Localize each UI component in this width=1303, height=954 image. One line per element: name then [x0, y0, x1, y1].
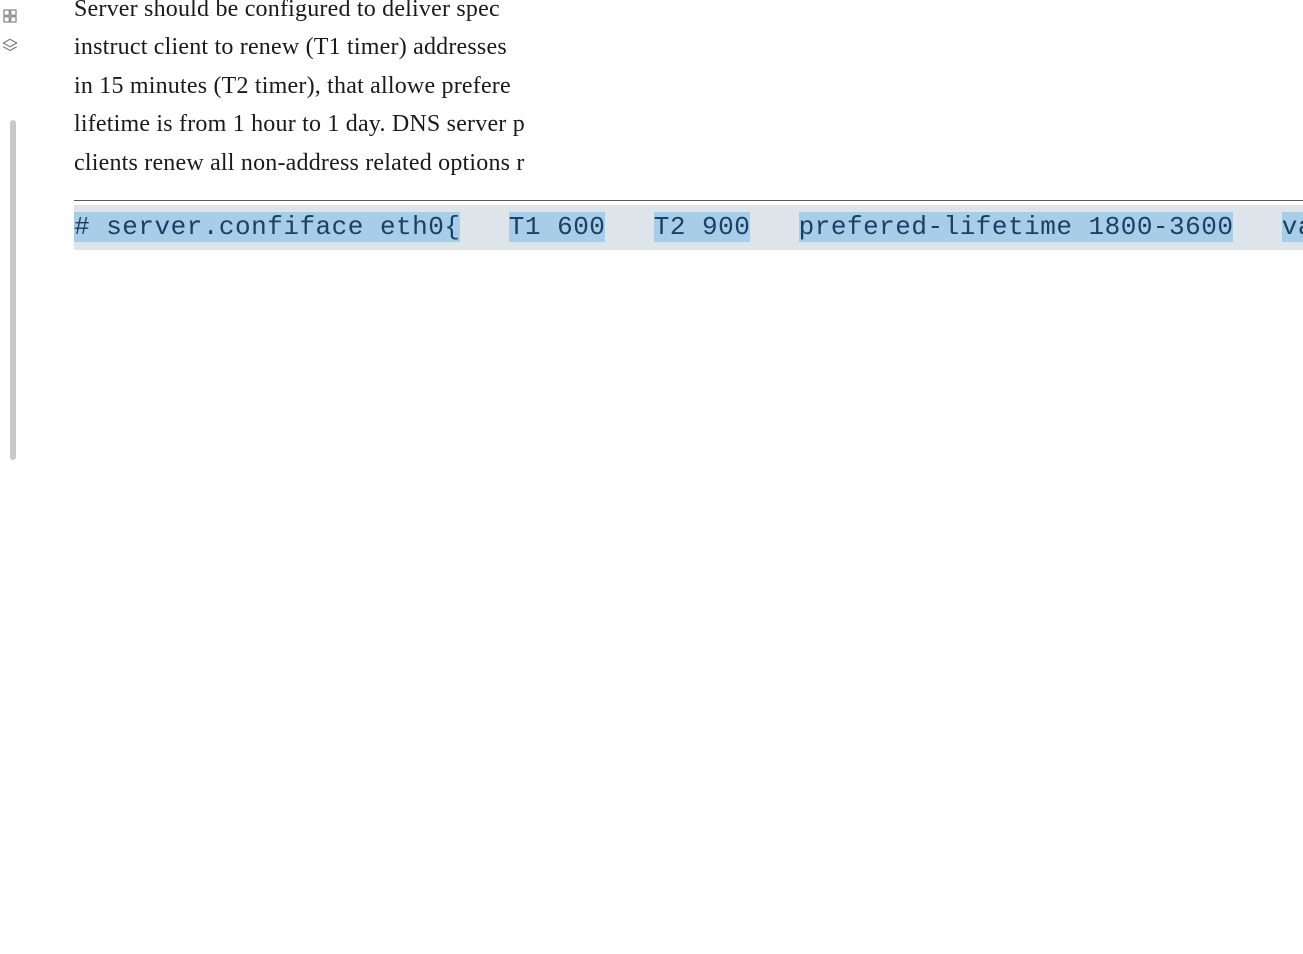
document-content: Server should be configured to deliver s… [20, 0, 1303, 954]
code-line: { [444, 205, 460, 250]
sidebar-scrollbar[interactable] [10, 120, 16, 460]
code-block: # server.confiface eth0{ T1 600 T2 900 p… [74, 205, 1303, 250]
layers-icon[interactable] [0, 36, 20, 56]
code-line: T2 900 [605, 205, 750, 250]
code-line: iface eth0 [283, 205, 444, 250]
body-paragraph: Server should be configured to deliver s… [20, 0, 1303, 200]
code-line: # server.conf [74, 205, 283, 250]
code-line: prefered-lifetime 1800-3600 [750, 205, 1233, 250]
code-line: valid-lifetime 3600-86400 [1233, 205, 1303, 250]
code-line: T1 600 [460, 205, 605, 250]
code-block-wrapper: # server.confiface eth0{ T1 600 T2 900 p… [74, 200, 1303, 250]
thumbnails-icon[interactable] [0, 6, 20, 26]
